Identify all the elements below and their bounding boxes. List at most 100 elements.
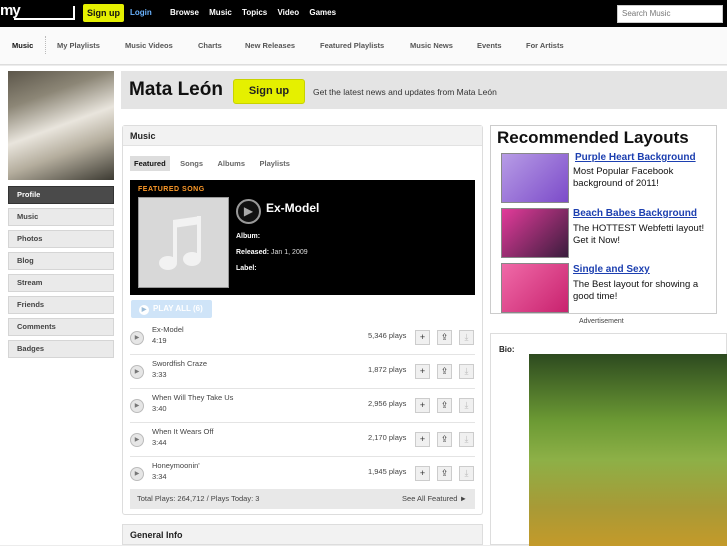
- released-label: Released:: [236, 249, 270, 256]
- track-duration: 4:19: [152, 336, 167, 345]
- login-link[interactable]: Login: [130, 8, 152, 17]
- ad-thumb-beach-babes[interactable]: [501, 208, 569, 258]
- label-label: Label:: [236, 265, 257, 272]
- track-name[interactable]: Honeymoonin': [152, 461, 200, 470]
- track-name[interactable]: Ex-Model: [152, 325, 184, 334]
- track-duration: 3:34: [152, 472, 167, 481]
- artist-header: Mata León Sign up Get the latest news an…: [121, 71, 727, 109]
- subnav-my-playlists[interactable]: My Playlists: [57, 41, 100, 50]
- subnav-charts[interactable]: Charts: [198, 41, 222, 50]
- tab-playlists[interactable]: Playlists: [255, 156, 293, 171]
- track-name[interactable]: When Will They Take Us: [152, 393, 233, 402]
- featured-title[interactable]: Ex-Model: [266, 201, 319, 215]
- sidebar-item-photos[interactable]: Photos: [8, 230, 114, 248]
- subnav-music[interactable]: Music: [12, 41, 33, 50]
- advertisement-label: Advertisement: [579, 318, 624, 325]
- ad-title: Recommended Layouts: [497, 128, 689, 147]
- ad-text-purple-heart: Most Popular Facebook background of 2011…: [573, 166, 674, 189]
- ad-link-single-sexy[interactable]: Single and Sexy: [573, 264, 650, 275]
- download-icon[interactable]: ⤓: [459, 398, 474, 413]
- track-row: ▶ When Will They Take Us 3:40 2,956 play…: [130, 389, 475, 423]
- subnav-new-releases[interactable]: New Releases: [245, 41, 295, 50]
- track-duration: 3:40: [152, 404, 167, 413]
- track-play-button[interactable]: ▶: [130, 433, 144, 447]
- sidebar-item-comments[interactable]: Comments: [8, 318, 114, 336]
- ad-thumb-single-sexy[interactable]: [501, 263, 569, 313]
- music-panel-header: [123, 126, 482, 146]
- sidebar-item-badges[interactable]: Badges: [8, 340, 114, 358]
- track-play-button[interactable]: ▶: [130, 467, 144, 481]
- featured-play-button[interactable]: ▶: [236, 199, 261, 224]
- share-icon[interactable]: ⇪: [437, 364, 452, 379]
- released-value: Jan 1, 2009: [271, 249, 308, 256]
- album-label: Album:: [236, 233, 261, 240]
- music-panel-title: Music: [130, 131, 156, 141]
- track-duration: 3:33: [152, 370, 167, 379]
- download-icon[interactable]: ⤓: [459, 330, 474, 345]
- play-totals: Total Plays: 264,712 / Plays Today: 3 Se…: [130, 489, 475, 509]
- tab-albums[interactable]: Albums: [214, 156, 250, 171]
- subnav-music-videos[interactable]: Music Videos: [125, 41, 173, 50]
- track-name[interactable]: When It Wears Off: [152, 427, 213, 436]
- add-icon[interactable]: +: [415, 330, 430, 345]
- signup-button-top[interactable]: Sign up: [83, 4, 124, 22]
- sidebar-item-stream[interactable]: Stream: [8, 274, 114, 292]
- track-plays: 1,945 plays: [368, 467, 407, 476]
- ad-link-purple-heart[interactable]: Purple Heart Background: [575, 152, 696, 163]
- music-note-icon: [159, 216, 201, 270]
- add-icon[interactable]: +: [415, 466, 430, 481]
- track-play-button[interactable]: ▶: [130, 331, 144, 345]
- tab-songs[interactable]: Songs: [176, 156, 207, 171]
- track-row: ▶ When It Wears Off 3:44 2,170 plays + ⇪…: [130, 423, 475, 457]
- add-icon[interactable]: +: [415, 398, 430, 413]
- share-icon[interactable]: ⇪: [437, 398, 452, 413]
- share-icon[interactable]: ⇪: [437, 330, 452, 345]
- tab-featured[interactable]: Featured: [130, 156, 170, 171]
- nav-topics[interactable]: Topics: [242, 8, 267, 17]
- header-tagline: Get the latest news and updates from Mat…: [313, 87, 497, 97]
- bio-label: Bio:: [499, 345, 515, 354]
- search-input[interactable]: Search Music: [617, 5, 723, 23]
- album-art: [138, 197, 229, 288]
- subnav-featured-playlists[interactable]: Featured Playlists: [320, 41, 384, 50]
- sidebar-item-profile[interactable]: Profile: [8, 186, 114, 204]
- share-icon[interactable]: ⇪: [437, 466, 452, 481]
- artist-photo[interactable]: [8, 71, 114, 180]
- track-play-button[interactable]: ▶: [130, 365, 144, 379]
- nav-games[interactable]: Games: [309, 8, 336, 17]
- add-icon[interactable]: +: [415, 364, 430, 379]
- nav-music[interactable]: Music: [209, 8, 232, 17]
- subnav-for-artists[interactable]: For Artists: [526, 41, 564, 50]
- download-icon[interactable]: ⤓: [459, 466, 474, 481]
- nav-video[interactable]: Video: [277, 8, 299, 17]
- bio-panel: Bio:: [490, 333, 727, 546]
- bio-image: [529, 354, 727, 546]
- nav-browse[interactable]: Browse: [170, 8, 199, 17]
- sidebar-item-friends[interactable]: Friends: [8, 296, 114, 314]
- sidebar-item-blog[interactable]: Blog: [8, 252, 114, 270]
- top-nav: Browse Music Topics Video Games: [170, 8, 344, 17]
- track-play-button[interactable]: ▶: [130, 399, 144, 413]
- see-all-featured-link[interactable]: See All Featured ►: [402, 489, 467, 509]
- sub-nav: Music My Playlists Music Videos Charts N…: [0, 27, 727, 65]
- ad-link-beach-babes[interactable]: Beach Babes Background: [573, 208, 697, 219]
- general-info-title: General Info: [122, 524, 483, 545]
- ad-thumb-purple-heart[interactable]: [501, 153, 569, 203]
- track-duration: 3:44: [152, 438, 167, 447]
- totals-text: Total Plays: 264,712 / Plays Today: 3: [137, 494, 260, 503]
- share-icon[interactable]: ⇪: [437, 432, 452, 447]
- add-icon[interactable]: +: [415, 432, 430, 447]
- subnav-events[interactable]: Events: [477, 41, 502, 50]
- signup-button[interactable]: Sign up: [233, 79, 305, 104]
- label-row: Label:: [236, 265, 257, 272]
- sidebar-item-music[interactable]: Music: [8, 208, 114, 226]
- track-name[interactable]: Swordfish Craze: [152, 359, 207, 368]
- download-icon[interactable]: ⤓: [459, 364, 474, 379]
- track-plays: 2,956 plays: [368, 399, 407, 408]
- ad-text-single-sexy: The Best layout for showing a good time!: [573, 279, 699, 302]
- track-plays: 1,872 plays: [368, 365, 407, 374]
- track-plays: 5,346 plays: [368, 331, 407, 340]
- play-all-button[interactable]: ▶ PLAY ALL (6): [131, 300, 212, 318]
- download-icon[interactable]: ⤓: [459, 432, 474, 447]
- subnav-music-news[interactable]: Music News: [410, 41, 453, 50]
